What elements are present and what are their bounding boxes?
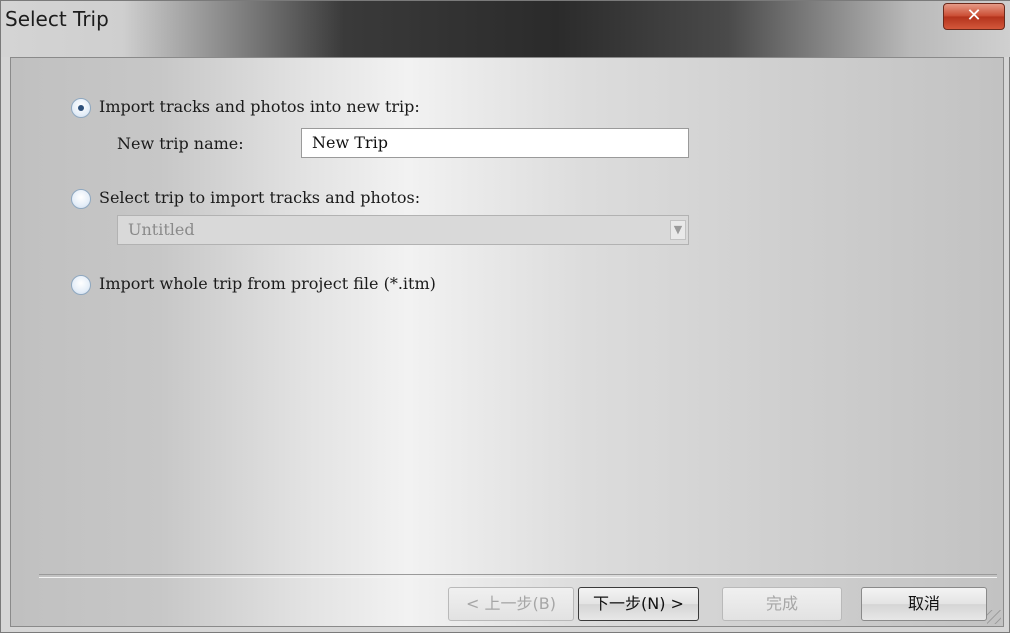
close-icon: ✕ xyxy=(966,5,982,26)
finish-button[interactable]: 完成 xyxy=(722,587,842,621)
title-bar[interactable]: Select Trip ✕ xyxy=(1,1,1010,57)
close-button[interactable]: ✕ xyxy=(943,3,1005,30)
radio-new-trip[interactable] xyxy=(71,98,91,118)
new-trip-name-input[interactable]: New Trip xyxy=(301,128,689,158)
select-trip-dialog: Select Trip ✕ Import tracks and photos i… xyxy=(0,0,1010,633)
back-button[interactable]: < 上一步(B) xyxy=(448,587,574,621)
new-trip-name-value: New Trip xyxy=(312,133,388,152)
radio-select-trip-label[interactable]: Select trip to import tracks and photos: xyxy=(99,188,420,207)
footer-separator xyxy=(39,574,997,578)
select-trip-combo-value: Untitled xyxy=(128,220,195,239)
next-button[interactable]: 下一步(N) > xyxy=(578,587,699,621)
radio-whole-trip-label[interactable]: Import whole trip from project file (*.i… xyxy=(99,274,436,293)
dialog-content: Import tracks and photos into new trip: … xyxy=(10,57,1004,627)
new-trip-name-label: New trip name: xyxy=(117,134,244,153)
radio-new-trip-label[interactable]: Import tracks and photos into new trip: xyxy=(99,97,420,116)
cancel-button[interactable]: 取消 xyxy=(861,587,987,621)
radio-whole-trip[interactable] xyxy=(71,275,91,295)
radio-select-trip[interactable] xyxy=(71,189,91,209)
select-trip-combobox[interactable]: Untitled ▼ xyxy=(117,215,689,245)
chevron-down-icon[interactable]: ▼ xyxy=(670,220,686,240)
resize-grip-icon[interactable] xyxy=(987,610,1001,624)
window-title: Select Trip xyxy=(5,7,109,31)
